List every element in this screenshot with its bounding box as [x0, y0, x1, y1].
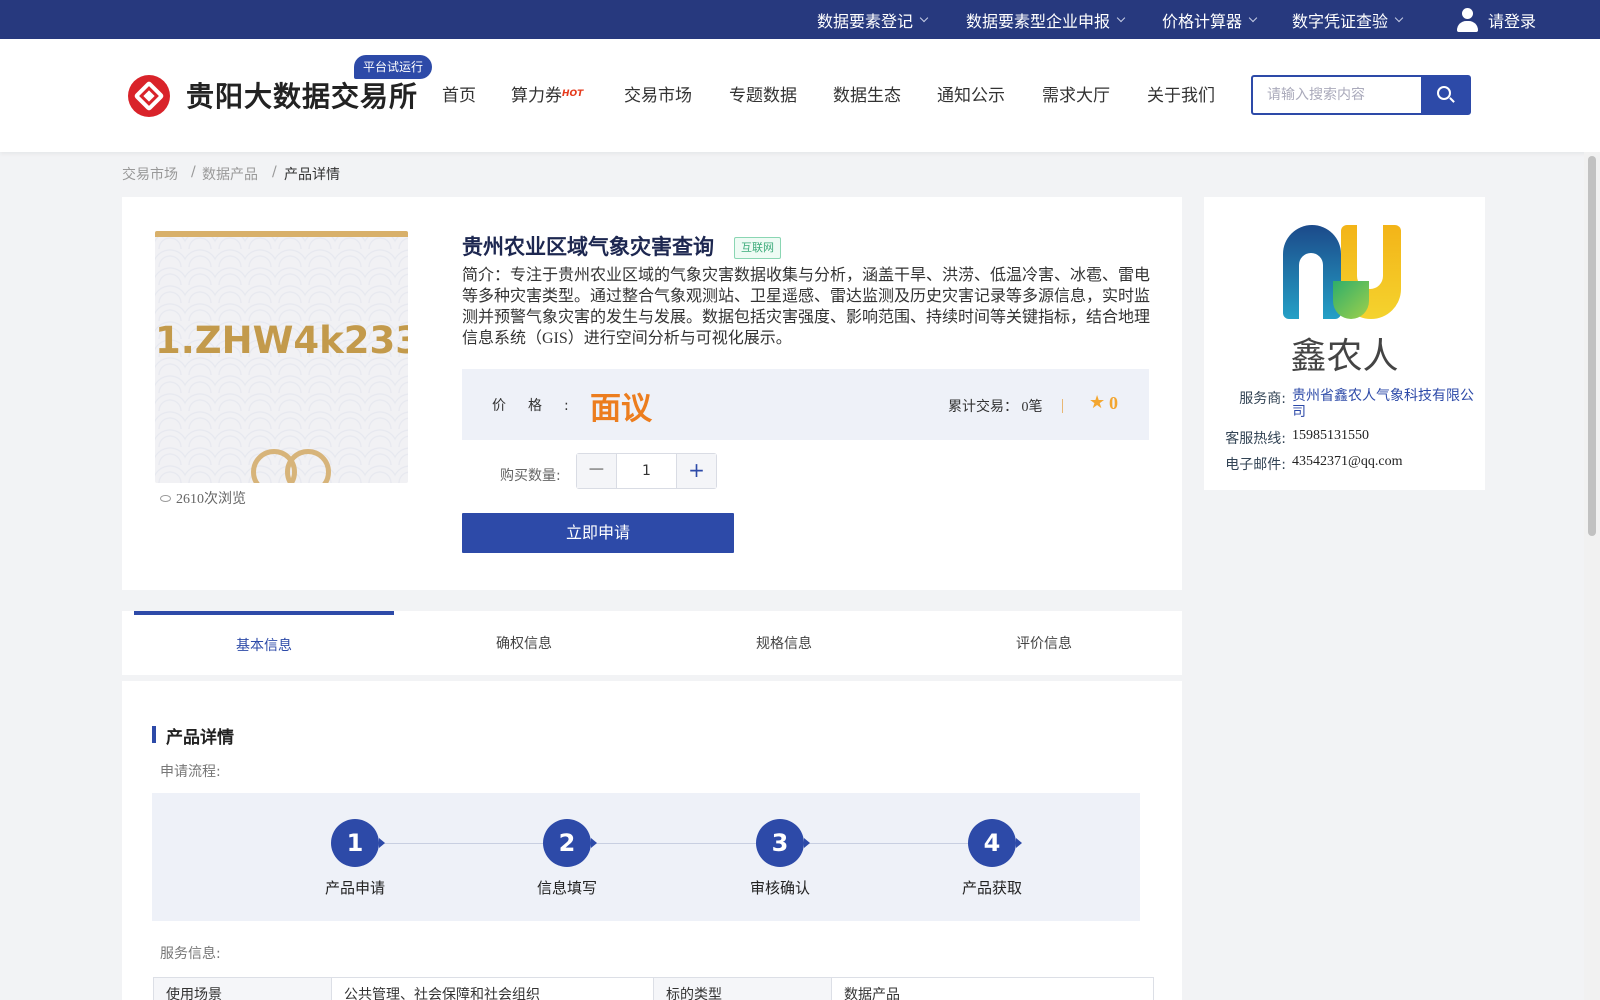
nav-about-us[interactable]: 关于我们: [1147, 81, 1215, 106]
hotline-value: 15985131550: [1292, 428, 1369, 443]
email-label: 电子邮件:: [1225, 457, 1286, 473]
table-cell-value: 数据产品: [831, 977, 1154, 1000]
topbar-item-label: 数字凭证查验: [1292, 11, 1389, 31]
login-link[interactable]: 请登录: [1456, 0, 1536, 39]
topbar-item-price-calculator[interactable]: 价格计算器: [1162, 0, 1258, 39]
star-icon: ★: [1089, 392, 1106, 413]
flow-label: 申请流程:: [160, 764, 221, 780]
site-logo-text[interactable]: 贵阳大数据交易所: [186, 75, 418, 115]
quantity-stepper: − 1 +: [576, 453, 717, 489]
step-label: 信息填写: [536, 879, 597, 897]
breadcrumb-data-products[interactable]: 数据产品: [202, 164, 258, 184]
step-number: 4: [968, 819, 1022, 867]
hotline-label: 客服热线:: [1225, 431, 1286, 447]
flow-step-2: 2 信息填写: [507, 819, 627, 898]
breadcrumb-trading-market[interactable]: 交易市场: [122, 164, 178, 184]
user-icon: [1456, 7, 1478, 32]
trade-count: 累计交易： 0笔: [948, 400, 1043, 415]
quantity-label: 购买数量:: [500, 468, 561, 484]
service-info-label: 服务信息:: [160, 946, 221, 962]
price-label: 价格:: [492, 398, 591, 414]
thumbnail-code: 1.ZHW4k233: [155, 319, 408, 362]
chevron-down-icon: [919, 13, 929, 22]
step-number: 2: [543, 819, 597, 867]
flow-step-3: 3 审核确认: [720, 819, 840, 898]
chevron-down-icon: [1116, 13, 1126, 22]
eye-icon: [160, 495, 171, 502]
detail-tabs: 基本信息 确权信息 规格信息 评价信息: [122, 611, 1182, 675]
step-number: 1: [331, 819, 385, 867]
email-value: 43542371@qq.com: [1292, 454, 1403, 469]
view-count-label: 2610次浏览: [176, 492, 246, 507]
category-tag: 互联网: [734, 237, 781, 259]
flow-step-1: 1 产品申请: [295, 819, 415, 898]
provider-card: 鑫农人 服务商: 贵州省鑫农人气象科技有限公司 客服热线: 1598513155…: [1204, 197, 1485, 490]
product-title: 贵州农业区域气象灾害查询: [462, 235, 714, 259]
scrollbar-thumb[interactable]: [1588, 156, 1596, 536]
tab-review-info[interactable]: 评价信息: [914, 611, 1174, 675]
breadcrumb-separator: /: [191, 164, 196, 180]
nav-demand-hall[interactable]: 需求大厅: [1042, 81, 1110, 106]
topbar-item-certificate-check[interactable]: 数字凭证查验: [1292, 0, 1404, 39]
nav-home[interactable]: 首页: [442, 81, 476, 106]
price-box: 价格: 面议 累计交易： 0笔 ★ 0: [462, 369, 1149, 440]
topbar-item-label: 数据要素型企业申报: [966, 11, 1111, 31]
nav-topic-data[interactable]: 专题数据: [729, 81, 797, 106]
page-scrollbar[interactable]: [1584, 152, 1600, 1000]
nav-data-ecosystem[interactable]: 数据生态: [833, 81, 901, 106]
chevron-down-icon: [1394, 13, 1404, 22]
top-bar: 数据要素登记 数据要素型企业申报 价格计算器 数字凭证查验 请登录: [0, 0, 1600, 39]
table-cell-value: 公共管理、社会保障和社会组织: [331, 977, 654, 1000]
topbar-item-data-registration[interactable]: 数据要素登记: [817, 0, 929, 39]
section-title: 产品详情: [152, 723, 234, 748]
flow-step-4: 4 产品获取: [932, 819, 1052, 898]
search-button[interactable]: [1421, 77, 1469, 113]
trial-badge: 平台试运行: [354, 55, 433, 79]
nav-trading-market[interactable]: 交易市场: [624, 81, 692, 106]
decrease-button[interactable]: −: [577, 454, 617, 488]
service-provider-link[interactable]: 贵州省鑫农人气象科技有限公司: [1292, 388, 1476, 420]
table-row: 使用场景 公共管理、社会保障和社会组织 标的类型 数据产品: [153, 977, 1154, 1000]
nav-compute-voucher[interactable]: 算力券: [511, 81, 562, 106]
login-label: 请登录: [1488, 11, 1537, 31]
price-value: 面议: [590, 391, 652, 427]
tab-basic-info[interactable]: 基本信息: [134, 611, 394, 675]
tab-ownership-info[interactable]: 确权信息: [394, 611, 654, 675]
table-cell-key: 标的类型: [653, 977, 832, 1000]
tab-spec-info[interactable]: 规格信息: [654, 611, 914, 675]
breadcrumb-separator: /: [272, 164, 277, 180]
view-count: 2610次浏览: [160, 488, 246, 508]
product-thumbnail: 1.ZHW4k233: [155, 231, 408, 483]
table-cell-key: 使用场景: [153, 977, 332, 1000]
increase-button[interactable]: +: [676, 454, 716, 488]
provider-logo: [1281, 225, 1403, 319]
step-label: 产品申请: [324, 879, 385, 897]
site-header: 贵阳大数据交易所 平台试运行 首页 算力券 HOT 交易市场 专题数据 数据生态…: [0, 39, 1600, 152]
breadcrumb-current: 产品详情: [284, 167, 340, 183]
topbar-item-enterprise-declaration[interactable]: 数据要素型企业申报: [966, 0, 1126, 39]
product-intro: 简介：专注于贵州农业区域的气象灾害数据收集与分析，涵盖干旱、洪涝、低温冷害、冰雹…: [462, 267, 1151, 347]
topbar-item-label: 数据要素登记: [817, 11, 914, 31]
search-box: [1251, 75, 1471, 115]
logo-icon[interactable]: [128, 75, 170, 117]
topbar-item-label: 价格计算器: [1162, 11, 1243, 31]
step-label: 产品获取: [961, 879, 1022, 897]
service-info-table: 使用场景 公共管理、社会保障和社会组织 标的类型 数据产品: [153, 977, 1154, 1000]
quantity-value[interactable]: 1: [617, 454, 676, 488]
apply-button[interactable]: 立即申请: [462, 513, 734, 553]
flow-connector: [355, 843, 991, 844]
service-provider-label: 服务商:: [1239, 391, 1286, 407]
search-input[interactable]: [1253, 77, 1423, 113]
divider: [1062, 399, 1063, 413]
step-label: 审核确认: [749, 879, 810, 897]
provider-logo-name: 鑫农人: [1290, 336, 1399, 377]
chevron-down-icon: [1248, 13, 1258, 22]
nav-notices[interactable]: 通知公示: [937, 81, 1005, 106]
product-detail-section: 产品详情 申请流程: 1 产品申请 2 信息填写 3 审核确认 4 产品获取 服…: [122, 681, 1182, 1000]
hot-badge: HOT: [562, 89, 584, 99]
apply-flow: 1 产品申请 2 信息填写 3 审核确认 4 产品获取: [152, 793, 1140, 921]
product-card: 1.ZHW4k233 2610次浏览 贵州农业区域气象灾害查询 互联网 简介：专…: [122, 197, 1182, 590]
rating-score: 0: [1109, 393, 1118, 413]
step-number: 3: [756, 819, 810, 867]
